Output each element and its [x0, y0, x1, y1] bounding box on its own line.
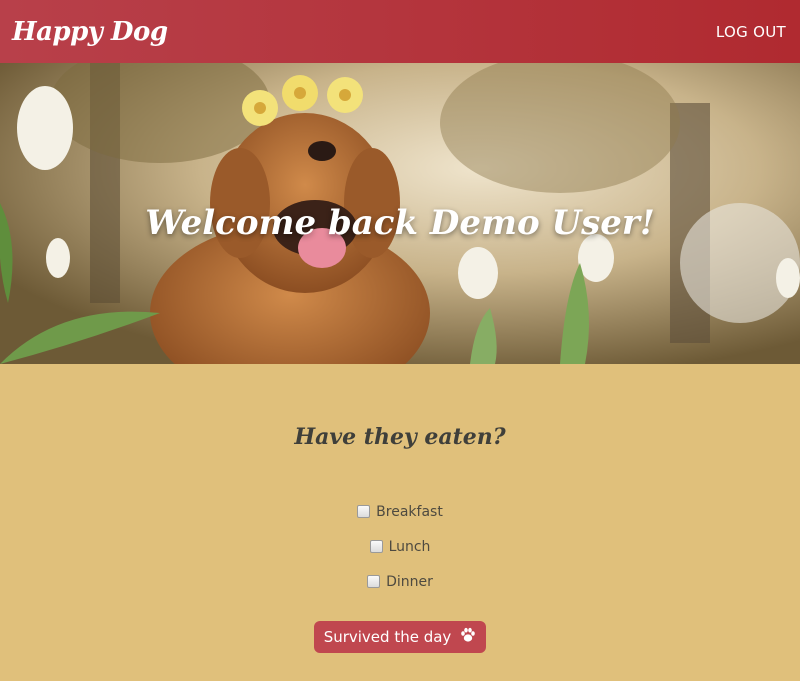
hero-banner: Welcome back Demo User!	[0, 63, 800, 364]
button-label: Survived the day	[323, 628, 452, 646]
meal-dinner[interactable]: Dinner	[0, 564, 800, 599]
welcome-heading: Welcome back Demo User!	[145, 203, 655, 243]
dinner-checkbox[interactable]	[367, 575, 381, 588]
meal-label: Lunch	[388, 538, 431, 555]
meal-label: Breakfast	[376, 503, 443, 520]
paw-icon	[460, 627, 476, 647]
meal-label: Dinner	[386, 573, 433, 590]
navbar: Happy Dog LOG OUT	[0, 0, 800, 63]
meal-section: Have they eaten? Breakfast Lunch Dinner …	[0, 424, 800, 653]
meal-breakfast[interactable]: Breakfast	[0, 494, 800, 529]
lunch-checkbox[interactable]	[369, 540, 383, 553]
meal-checklist: Breakfast Lunch Dinner	[0, 494, 800, 599]
breakfast-checkbox[interactable]	[357, 505, 371, 518]
meal-lunch[interactable]: Lunch	[0, 529, 800, 564]
section-title: Have they eaten?	[294, 424, 506, 450]
logout-link[interactable]: LOG OUT	[716, 23, 786, 41]
brand-logo[interactable]: Happy Dog	[12, 17, 168, 47]
survived-day-button[interactable]: Survived the day	[313, 621, 487, 653]
